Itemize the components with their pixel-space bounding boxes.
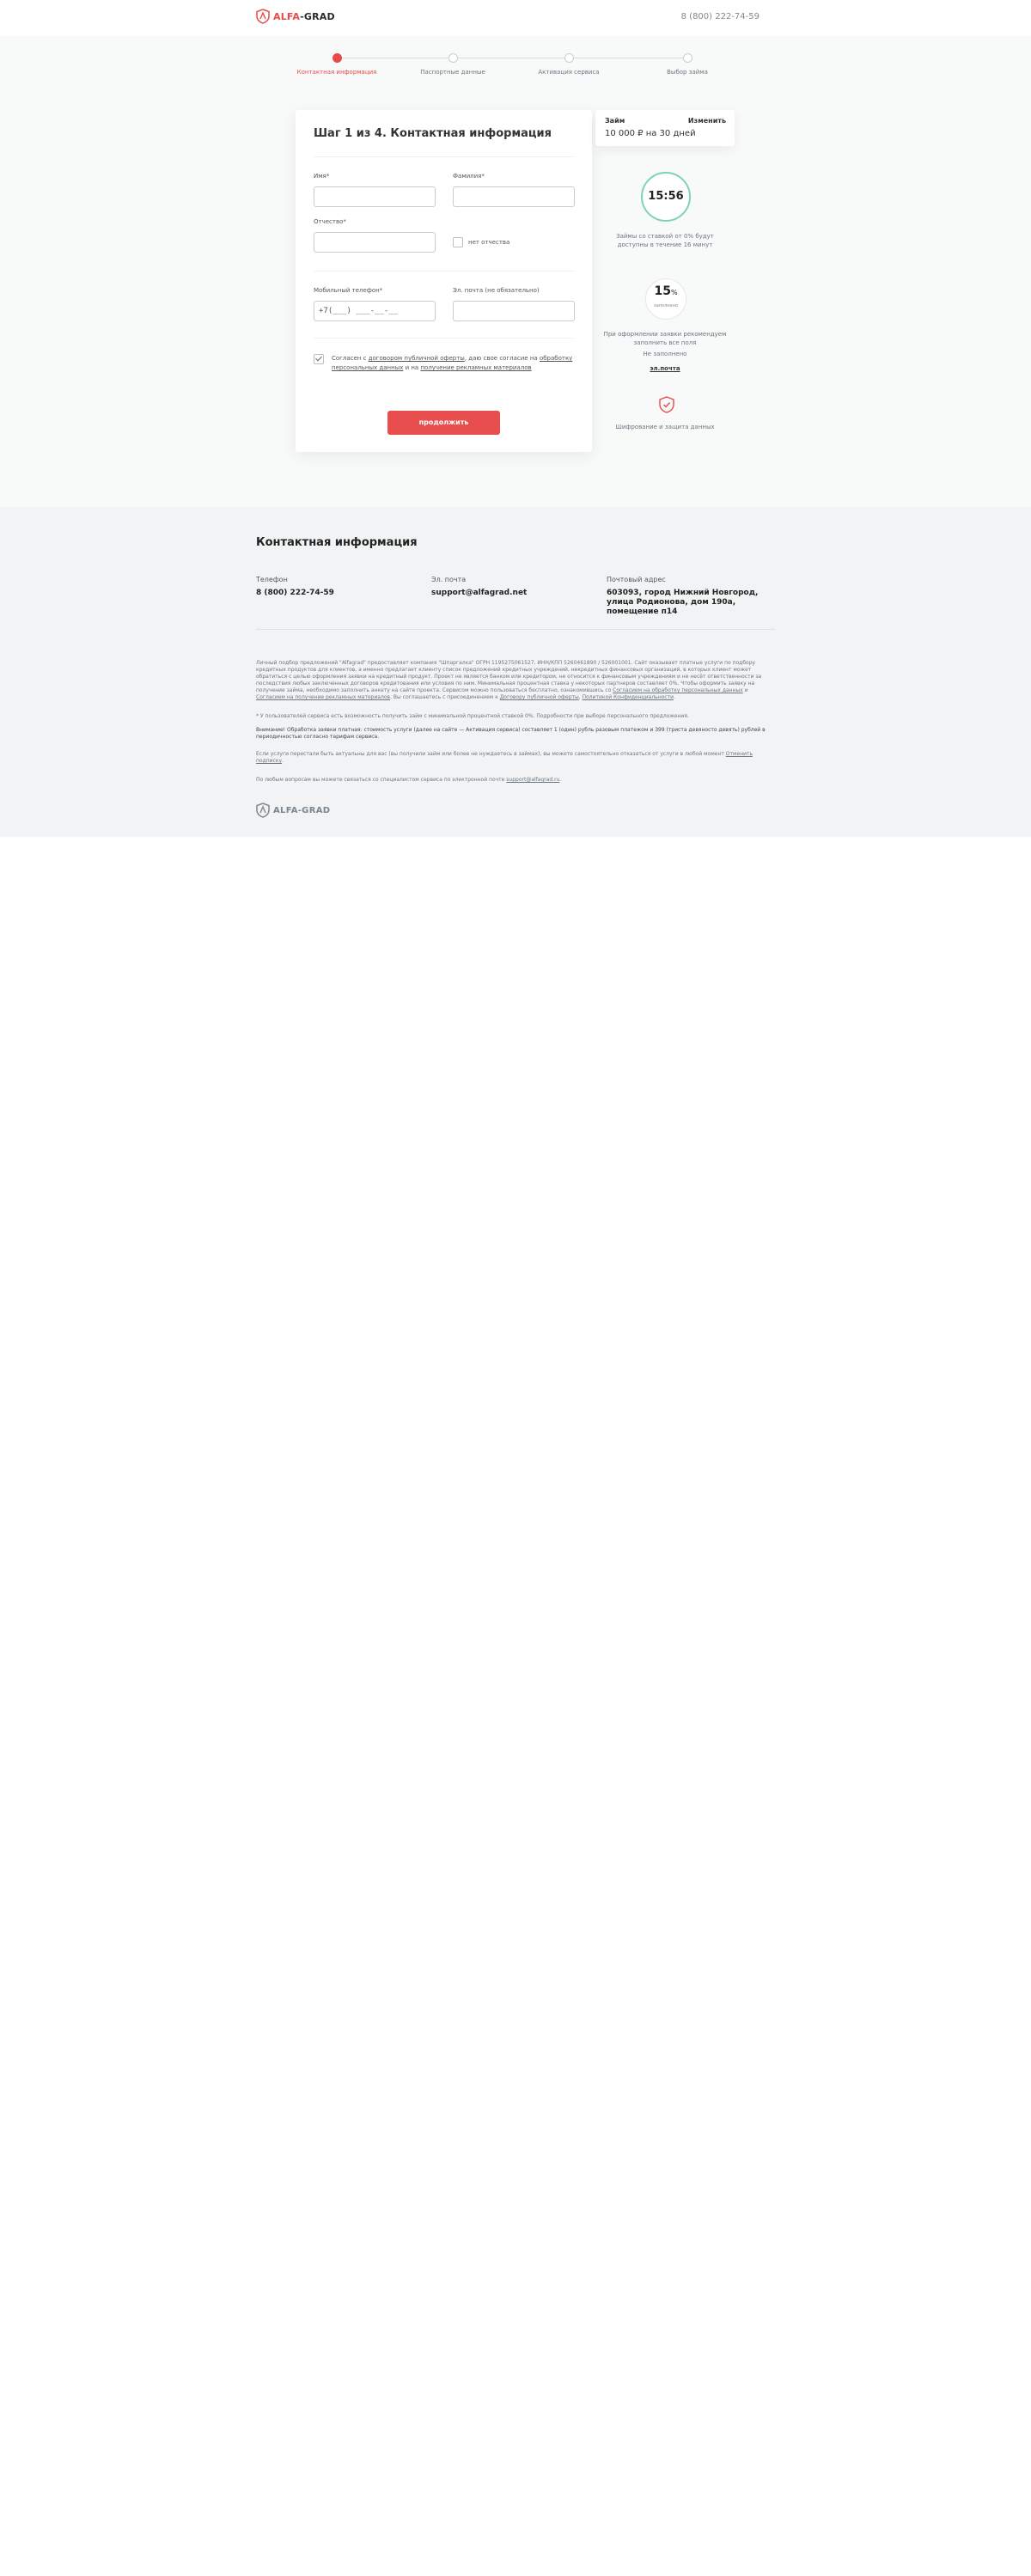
footer-address-col: Почтовый адрес 603093, город Нижний Новг… — [607, 576, 775, 617]
support-email-link[interactable]: support@alfagrad.ru — [506, 777, 559, 783]
privacy-policy-link[interactable]: Политикой Конфиденциальности — [583, 694, 674, 700]
phone-input[interactable] — [314, 301, 436, 321]
no-middle-name-label: нет отчества — [468, 239, 510, 246]
legal-text-unsubscribe: Если услуги перестали быть актуальны для… — [256, 751, 753, 764]
footer-phone-col: Телефон 8 (800) 222-74-59 — [256, 576, 419, 598]
footer-title: Контактная информация — [256, 536, 418, 549]
percent-text: При оформлении заявки рекомендуем заполн… — [603, 331, 727, 346]
missing-field-text: Не заполнено — [643, 351, 687, 357]
legal-text-main: Личный подбор предложений "Alfagrad" пре… — [256, 660, 762, 700]
progress-stepper: Контактная информация Паспортные данные … — [296, 50, 718, 84]
step-dot-icon — [682, 53, 692, 63]
step-label: Активация сервиса — [538, 69, 600, 76]
footer-divider — [256, 629, 775, 630]
footer-logo-text: ALFA-GRAD — [273, 805, 331, 815]
first-name-input[interactable] — [314, 186, 436, 207]
email-input[interactable] — [453, 301, 575, 321]
site-header: ALFA-GRAD 8 (800) 222-74-59 — [0, 0, 1031, 36]
step-passport: Паспортные данные — [397, 50, 509, 76]
consent-checkbox[interactable] — [314, 354, 324, 364]
footer-logo[interactable]: ALFA-GRAD — [256, 803, 330, 818]
email-label: Эл. почта (не обязательно) — [453, 287, 540, 294]
continue-button[interactable]: продолжить — [387, 411, 500, 435]
no-middle-name-checkbox[interactable] — [453, 237, 463, 247]
phone-label: Мобильный телефон* — [314, 287, 383, 294]
public-offer-link[interactable]: Договору публичной оферты — [500, 694, 579, 700]
step-contact-info: Контактная информация — [281, 50, 393, 76]
logo-text: ALFA-GRAD — [273, 10, 335, 22]
middle-name-label: Отчество* — [314, 218, 346, 225]
percent-value: 15% — [654, 284, 678, 298]
step-activation: Активация сервиса — [513, 50, 625, 76]
shield-logo-icon — [256, 803, 270, 818]
divider — [314, 271, 574, 272]
legal-text-rate: * У пользователей сервиса есть возможнос… — [256, 713, 689, 719]
last-name-input[interactable] — [453, 186, 575, 207]
footer-phone-value[interactable]: 8 (800) 222-74-59 — [256, 589, 419, 598]
first-name-label: Имя* — [314, 173, 330, 180]
missing-email-link[interactable]: эл.почта — [650, 365, 680, 372]
divider — [314, 338, 574, 339]
security-shield-icon — [659, 396, 674, 413]
consent-text: Согласен с договором публичной оферты, д… — [332, 355, 573, 371]
missing-email-link-wrap: эл.почта — [601, 361, 729, 373]
divider — [314, 156, 574, 157]
step-dot-icon — [564, 53, 574, 63]
last-name-label: Фамилия* — [453, 173, 485, 180]
middle-name-input[interactable] — [314, 232, 436, 253]
countdown-timer: 15:56 — [641, 172, 691, 222]
footer-email-value[interactable]: support@alfagrad.net — [431, 589, 595, 598]
timer-text: Займы со ставкой от 0% будут доступны в … — [616, 233, 714, 248]
step-label: Паспортные данные — [420, 69, 485, 76]
percent-sub: заполнено — [654, 303, 678, 308]
footer-address-label: Почтовый адрес — [607, 576, 666, 583]
site-logo[interactable]: ALFA-GRAD — [256, 9, 335, 24]
footer-phone-label: Телефон — [256, 576, 288, 583]
step-dot-icon — [332, 53, 342, 63]
ads-consent-link[interactable]: Согласием на получение рекламных материа… — [256, 694, 390, 700]
loan-value: 10 000 ₽ на 30 дней — [605, 129, 696, 138]
offer-link[interactable]: договором публичной оферты — [369, 355, 465, 362]
step-loan-choice: Выбор займа — [631, 50, 743, 76]
loan-title: Займ — [605, 117, 625, 125]
ads-link[interactable]: получение рекламных материалов — [420, 364, 531, 371]
shield-logo-icon — [256, 9, 270, 24]
progress-percent-ring: 15% заполнено — [645, 278, 686, 320]
step-label: Контактная информация — [296, 69, 377, 76]
footer-address-value: 603093, город Нижний Новгород, улица Род… — [607, 589, 759, 616]
form-title: Шаг 1 из 4. Контактная информация — [314, 127, 552, 140]
contact-form-card: Шаг 1 из 4. Контактная информация Имя* Ф… — [296, 110, 592, 452]
header-phone[interactable]: 8 (800) 222-74-59 — [681, 12, 760, 21]
legal-text-support: По любым вопросам вы можете связаться со… — [256, 777, 562, 783]
check-icon — [315, 354, 322, 362]
step-label: Выбор займа — [667, 69, 708, 76]
footer-email-label: Эл. почта — [431, 576, 467, 583]
loan-summary: Займ Изменить 10 000 ₽ на 30 дней — [595, 110, 735, 146]
site-footer: Контактная информация Телефон 8 (800) 22… — [0, 507, 1031, 837]
personal-data-consent-link[interactable]: Согласием на обработку персональных данн… — [613, 687, 743, 693]
security-text: Шифрование и защита данных — [615, 424, 715, 430]
footer-email-col: Эл. почта support@alfagrad.net — [431, 576, 595, 598]
legal-text-warning: Внимание! Обработка заявки платная: стои… — [256, 727, 766, 740]
change-loan-link[interactable]: Изменить — [688, 117, 726, 125]
step-dot-icon — [448, 53, 458, 63]
